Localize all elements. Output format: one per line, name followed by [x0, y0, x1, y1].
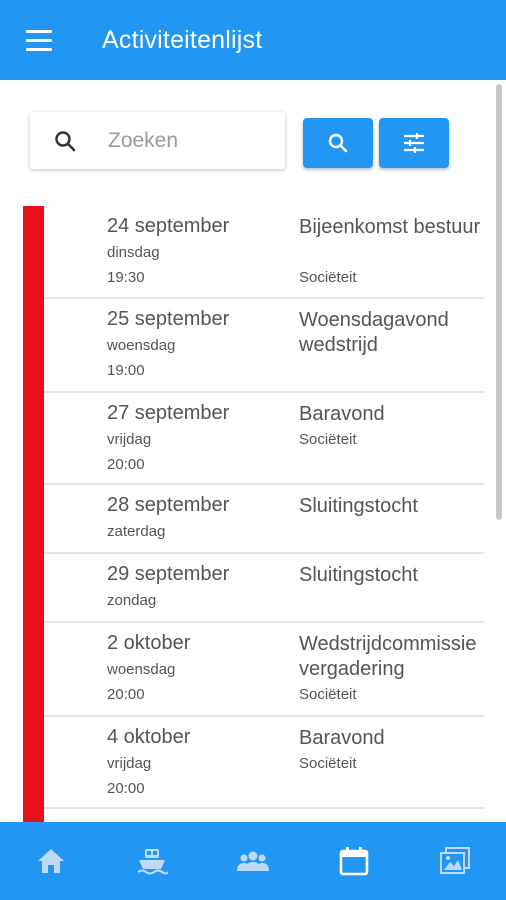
activity-date: 2 oktober [107, 632, 191, 654]
activity-day: zondag [107, 592, 157, 609]
activity-time: 20:00 [107, 456, 145, 473]
activity-title: Baravond [299, 403, 385, 425]
list-item[interactable]: 2 oktober woensdag 20:00 Wedstrijdcommis… [23, 623, 484, 717]
list-item[interactable]: 27 september vrijdag 20:00 Baravond Soci… [23, 393, 484, 485]
search-field[interactable] [30, 112, 285, 169]
activity-date: 24 september [107, 215, 230, 237]
list-item[interactable]: 25 september woensdag 19:00 Woensdagavon… [23, 299, 484, 393]
nav-photos[interactable] [404, 822, 505, 900]
calendar-icon [339, 847, 368, 876]
activity-date: 29 september [107, 563, 230, 585]
category-bar [23, 299, 44, 393]
activity-time: 19:30 [107, 269, 145, 286]
activity-title: Sluitingstocht [299, 495, 418, 517]
activity-location: Sociëteit [299, 686, 357, 703]
activity-location: Sociëteit [299, 431, 357, 448]
activity-day: vrijdag [107, 755, 152, 772]
activity-day: woensdag [107, 661, 176, 678]
activity-day: vrijdag [107, 431, 152, 448]
search-button[interactable] [303, 118, 373, 168]
category-bar [23, 554, 44, 623]
bottom-navigation [0, 822, 506, 900]
activity-time: 20:00 [107, 686, 145, 703]
activity-time: 20:00 [107, 780, 145, 797]
nav-boats[interactable] [101, 822, 202, 900]
activity-location: Sociëteit [299, 269, 357, 286]
list-item[interactable]: 24 september dinsdag 19:30 Bijeenkomst b… [23, 206, 484, 299]
activity-day: woensdag [107, 337, 176, 354]
category-bar [23, 485, 44, 554]
category-bar [23, 206, 44, 299]
photos-icon [439, 847, 470, 874]
app-bar: Activiteitenlijst [0, 0, 506, 80]
search-input[interactable] [106, 124, 280, 158]
tune-icon [404, 133, 424, 153]
search-icon [55, 131, 76, 152]
activity-title: Sluitingstocht [299, 564, 418, 586]
category-bar [23, 809, 44, 822]
scrollbar[interactable] [496, 84, 502, 520]
activity-location: Sociëteit [299, 755, 357, 772]
activity-time: 19:00 [107, 362, 145, 379]
activity-title: Bijeenkomst bestuur [299, 216, 481, 238]
search-icon [328, 133, 348, 153]
list-item[interactable] [23, 809, 484, 822]
category-bar [23, 393, 44, 485]
nav-home[interactable] [0, 822, 101, 900]
page-title: Activiteitenlijst [102, 26, 263, 54]
activity-date: 27 september [107, 402, 230, 424]
activity-title: Baravond [299, 727, 385, 749]
activity-title: Wedstrijdcommissievergadering [299, 633, 477, 680]
category-bar [23, 717, 44, 809]
activity-list: 24 september dinsdag 19:30 Bijeenkomst b… [23, 206, 484, 822]
nav-calendar[interactable] [303, 822, 404, 900]
activity-day: zaterdag [107, 523, 166, 540]
boat-icon [136, 849, 168, 875]
category-bar [23, 623, 44, 717]
list-item[interactable]: 4 oktober vrijdag 20:00 Baravond Sociëte… [23, 717, 484, 809]
list-item[interactable]: 28 september zaterdag Sluitingstocht [23, 485, 484, 554]
activity-date: 4 oktober [107, 726, 191, 748]
nav-members[interactable] [202, 822, 303, 900]
menu-icon[interactable] [26, 30, 54, 52]
activity-day: dinsdag [107, 244, 160, 261]
activity-title: Woensdagavond wedstrijd [299, 309, 449, 356]
home-icon [37, 849, 64, 873]
group-icon [236, 851, 269, 871]
activity-date: 25 september [107, 308, 230, 330]
filter-button[interactable] [379, 118, 449, 168]
activity-date: 28 september [107, 494, 230, 516]
list-item[interactable]: 29 september zondag Sluitingstocht [23, 554, 484, 623]
